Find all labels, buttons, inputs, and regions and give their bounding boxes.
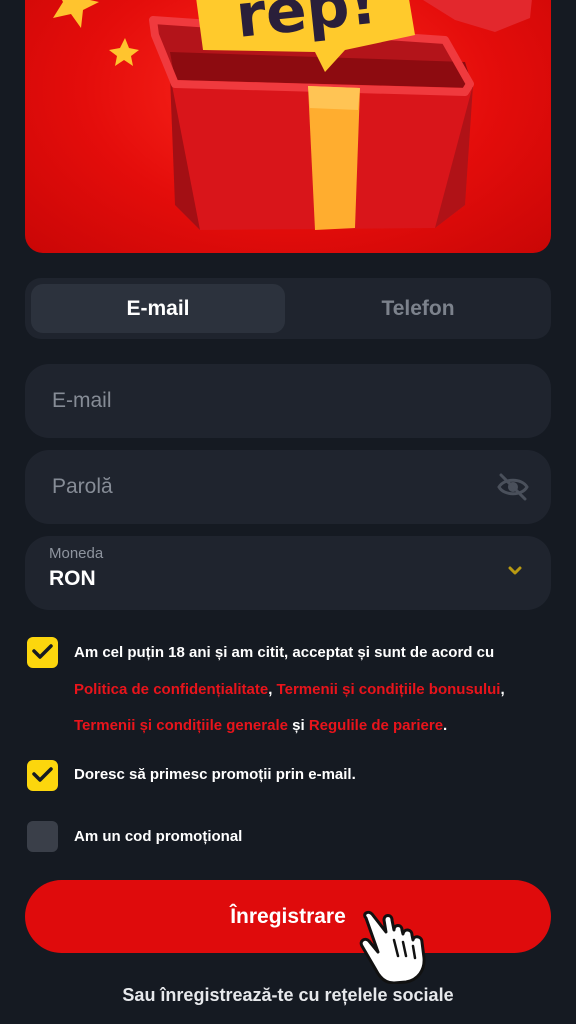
- email-placeholder: E-mail: [52, 389, 112, 412]
- separator: ,: [268, 681, 273, 698]
- password-placeholder: Parolă: [52, 475, 113, 498]
- terms-links-line1: Politica de confidențialitate, Termenii …: [74, 681, 505, 698]
- registration-method-tabs: E-mail Telefon: [25, 278, 551, 339]
- promo-code-checkbox[interactable]: [27, 821, 58, 852]
- email-field[interactable]: E-mail: [25, 364, 551, 438]
- eye-off-icon[interactable]: [497, 472, 529, 502]
- checkmark-icon: [32, 767, 53, 782]
- period: .: [443, 717, 448, 734]
- betting-rules-link[interactable]: Regulile de pariere: [309, 717, 443, 734]
- and-text: și: [287, 717, 309, 734]
- terms-text: Am cel puțin 18 ani și am citit, accepta…: [74, 644, 495, 661]
- separator: ,: [500, 681, 505, 698]
- promo-banner: rep!: [25, 0, 551, 253]
- password-field[interactable]: Parolă: [25, 450, 551, 524]
- currency-label: Moneda: [49, 545, 104, 562]
- terms-checkbox[interactable]: [27, 637, 58, 668]
- general-terms-link[interactable]: Termenii și condițiile generale: [74, 717, 288, 734]
- checkmark-icon: [32, 644, 53, 659]
- privacy-policy-link[interactable]: Politica de confidențialitate: [74, 681, 268, 698]
- promo-email-checkbox[interactable]: [27, 760, 58, 791]
- register-button[interactable]: Înregistrare: [25, 880, 551, 953]
- tab-email[interactable]: E-mail: [31, 284, 285, 333]
- star-icon: [53, 0, 99, 28]
- star-icon: [109, 38, 139, 66]
- promo-code-label: Am un cod promoțional: [74, 828, 243, 845]
- chevron-down-icon: [508, 566, 522, 575]
- bonus-terms-link[interactable]: Termenii și condițiile bonusului: [277, 681, 501, 698]
- hand-cursor-icon: [359, 910, 426, 984]
- social-register-text: Sau înregistrează-te cu rețelele sociale: [122, 985, 454, 1005]
- terms-links-line2: Termenii și condițiile generale și Regul…: [74, 717, 447, 734]
- tab-phone[interactable]: Telefon: [291, 284, 545, 333]
- currency-value: RON: [49, 567, 96, 590]
- currency-select[interactable]: Moneda RON: [25, 536, 551, 610]
- register-label: Înregistrare: [230, 904, 346, 928]
- promo-email-label: Doresc să primesc promoții prin e-mail.: [74, 766, 356, 783]
- gift-box-illustration: rep!: [53, 0, 532, 230]
